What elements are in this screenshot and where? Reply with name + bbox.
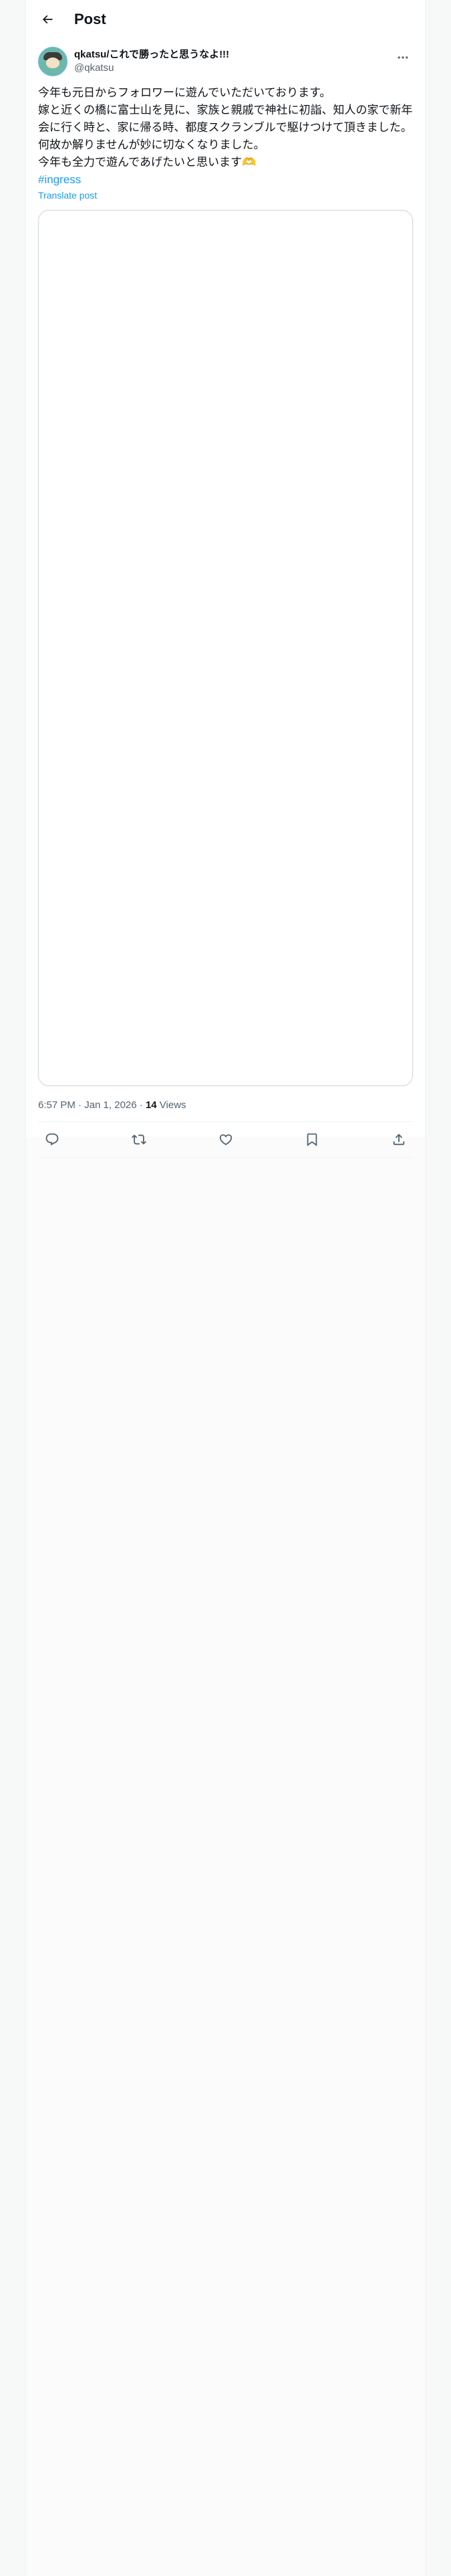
hashtag-link[interactable]: #ingress	[38, 171, 81, 189]
share-icon	[393, 1134, 405, 1146]
author-info: qkatsu/これで勝ったと思うなよ!!! @qkatsu	[74, 48, 229, 75]
page-title: Post	[74, 11, 106, 27]
left-gutter	[0, 0, 25, 2576]
column-border-right	[425, 0, 426, 2576]
reply-button[interactable]	[41, 1128, 63, 1151]
repost-button[interactable]	[128, 1128, 150, 1151]
like-icon	[219, 1134, 232, 1146]
empty-area	[26, 1137, 425, 2576]
more-button[interactable]	[393, 49, 413, 66]
author-display-name[interactable]: qkatsu/これで勝ったと思うなよ!!!	[74, 48, 229, 62]
views-label: Views	[156, 1099, 186, 1111]
back-button[interactable]	[35, 7, 59, 31]
post-text: 今年も元日からフォロワーに遊んでいただいております。 嫁と近くの橋に富士山を見に…	[38, 86, 413, 169]
author-row: qkatsu/これで勝ったと思うなよ!!! @qkatsu	[38, 47, 413, 76]
back-arrow-icon	[42, 15, 53, 24]
more-dots-icon	[398, 56, 408, 59]
repost-icon	[131, 1134, 146, 1145]
views-count: 14	[145, 1099, 157, 1111]
share-button[interactable]	[388, 1128, 410, 1151]
post-media[interactable]	[38, 210, 413, 1086]
post: qkatsu/これで勝ったと思うなよ!!! @qkatsu 今年も元日からフォロ…	[26, 39, 425, 1158]
avatar[interactable]	[38, 47, 67, 76]
bookmark-button[interactable]	[301, 1128, 323, 1151]
right-gutter	[426, 0, 451, 2576]
post-meta: 6:57 PM · Jan 1, 2026 · 14 Views	[38, 1086, 413, 1122]
bookmark-icon	[307, 1133, 317, 1147]
author-handle[interactable]: @qkatsu	[74, 62, 229, 75]
reply-icon	[45, 1133, 59, 1146]
translate-post-link[interactable]: Translate post	[38, 190, 97, 201]
post-timestamp[interactable]: 6:57 PM · Jan 1, 2026	[38, 1099, 137, 1111]
like-button[interactable]	[214, 1128, 237, 1151]
page-header: Post	[26, 0, 425, 39]
meta-separator: ·	[136, 1099, 146, 1111]
main-column: Post qkatsu/これで勝ったと思うなよ!!! @qkatsu 今年も元日…	[26, 0, 425, 1158]
action-bar	[38, 1122, 413, 1158]
